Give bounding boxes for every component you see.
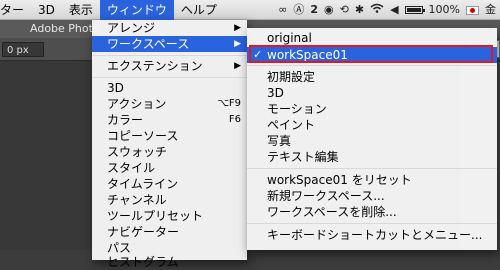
annotation-highlight-box: [249, 45, 493, 63]
creative-cloud-icon[interactable]: ∞: [278, 0, 287, 20]
workspace-3d[interactable]: 3D: [247, 85, 497, 101]
submenu-arrow-icon: ▶: [234, 23, 241, 33]
menu-item-label: タイムライン: [107, 177, 179, 191]
menu-item-extensions[interactable]: エクステンション ▶: [92, 58, 247, 74]
shortcut-label: ⌥F9: [217, 98, 241, 109]
menu-item-label: ヒストグラム: [107, 255, 179, 269]
adobe-count: 2: [310, 3, 319, 16]
flag-icon[interactable]: [466, 5, 479, 15]
menu-item-label: ワークスペース: [107, 37, 190, 51]
battery-icon[interactable]: [404, 6, 425, 14]
menu-item-label: アレンジ: [107, 21, 156, 35]
clock[interactable]: 金: [485, 0, 496, 20]
menu-item-workspace[interactable]: ワークスペース ▶: [92, 36, 247, 52]
menu-item-swatches[interactable]: スウォッチ: [92, 144, 247, 160]
menu-window[interactable]: ウィンドウ: [99, 0, 174, 20]
battery-level: [406, 8, 421, 12]
menu-item-tool-presets[interactable]: ツールプリセット: [92, 208, 247, 224]
menu-item-label: 初期設定: [267, 70, 316, 84]
menu-item-label: カラー: [107, 113, 144, 127]
menu-item-clone-source[interactable]: コピーソース: [92, 128, 247, 144]
workspace-photography[interactable]: 写真: [247, 133, 497, 149]
new-workspace[interactable]: 新規ワークスペース...: [247, 188, 497, 204]
menubar: ター 3D 表示 ウィンドウ ヘルプ ∞ Ⓐ 2 ◉ ⟲ ✱ ◀ 100% 金: [0, 0, 500, 20]
shortcut-label: F6: [228, 114, 241, 125]
window-menu: アレンジ ▶ ワークスペース ▶ エクステンション ▶ 3D アクション ⌥F9 カラー…: [92, 20, 247, 269]
bluetooth-icon[interactable]: ✱: [355, 0, 364, 20]
menu-item-label: 新規ワークスペース...: [267, 189, 385, 203]
menu-item-navigator[interactable]: ナビゲーター: [92, 224, 247, 240]
menu-item-label: スタイル: [107, 161, 156, 175]
menu-item-label: スウォッチ: [107, 145, 168, 159]
status-icons: ∞ Ⓐ 2 ◉ ⟲ ✱ ◀ 100% 金: [278, 0, 500, 20]
separator: [247, 223, 497, 224]
battery-percent: 100%: [428, 3, 460, 16]
menu-item-3d[interactable]: 3D: [92, 80, 247, 96]
separator: [247, 168, 497, 169]
menu-type[interactable]: ター: [0, 0, 31, 20]
separator: [92, 77, 247, 78]
menu-item-arrange[interactable]: アレンジ ▶: [92, 20, 247, 36]
submenu-arrow-icon: ▶: [234, 61, 241, 71]
menu-item-label: モーション: [267, 102, 327, 116]
menu-item-label: キーボードショートカットとメニュー...: [267, 228, 483, 242]
time-machine-icon[interactable]: ⟲: [340, 0, 349, 20]
workspace-typography[interactable]: テキスト編集: [247, 149, 497, 165]
adobe-icon[interactable]: Ⓐ: [293, 0, 304, 20]
menu-item-histogram[interactable]: ヒストグラム: [92, 254, 247, 270]
menu-item-timeline[interactable]: タイムライン: [92, 176, 247, 192]
app-title: Adobe Photo: [30, 22, 100, 35]
tool-size-field[interactable]: 0 px: [2, 42, 44, 57]
menu-view[interactable]: 表示: [62, 0, 100, 20]
menu-item-label: ワークスペースを削除...: [267, 205, 397, 219]
menu-item-actions[interactable]: アクション ⌥F9: [92, 96, 247, 112]
menu-item-label: ペイント: [267, 118, 316, 132]
submenu-arrow-icon: ▶: [234, 39, 241, 49]
menu-item-label: workSpace01 をリセット: [267, 173, 412, 187]
delete-workspace[interactable]: ワークスペースを削除...: [247, 204, 497, 220]
menu-item-label: original: [267, 31, 312, 45]
menu-item-label: チャンネル: [107, 193, 167, 207]
reset-workspace[interactable]: workSpace01 をリセット: [247, 172, 497, 188]
menu-item-label: コピーソース: [107, 129, 179, 143]
separator: [247, 65, 497, 66]
sync-icon[interactable]: ◉: [324, 0, 334, 20]
menu-item-styles[interactable]: スタイル: [92, 160, 247, 176]
menu-item-label: 3D: [107, 81, 124, 95]
menu-item-label: テキスト編集: [267, 150, 339, 164]
menu-item-label: 写真: [267, 134, 292, 148]
volume-icon[interactable]: ◀: [390, 0, 398, 20]
menu-item-label: ツールプリセット: [107, 209, 204, 223]
workspace-painting[interactable]: ペイント: [247, 117, 497, 133]
separator: [92, 55, 247, 56]
workspace-motion[interactable]: モーション: [247, 101, 497, 117]
menu-item-color[interactable]: カラー F6: [92, 112, 247, 128]
workspace-original[interactable]: original: [247, 30, 497, 46]
keyboard-shortcuts-menus[interactable]: キーボードショートカットとメニュー...: [247, 227, 497, 243]
menu-item-label: アクション: [107, 97, 167, 111]
menu-item-channels[interactable]: チャンネル: [92, 192, 247, 208]
menu-item-label: パス: [107, 241, 132, 255]
menu-item-label: 3D: [267, 86, 284, 100]
workspace-default[interactable]: 初期設定: [247, 69, 497, 85]
menu-3d[interactable]: 3D: [31, 0, 62, 20]
menu-item-label: エクステンション: [107, 59, 203, 73]
menu-help[interactable]: ヘルプ: [174, 0, 224, 20]
wifi-icon[interactable]: [370, 0, 384, 20]
menu-item-label: ナビゲーター: [107, 225, 180, 239]
